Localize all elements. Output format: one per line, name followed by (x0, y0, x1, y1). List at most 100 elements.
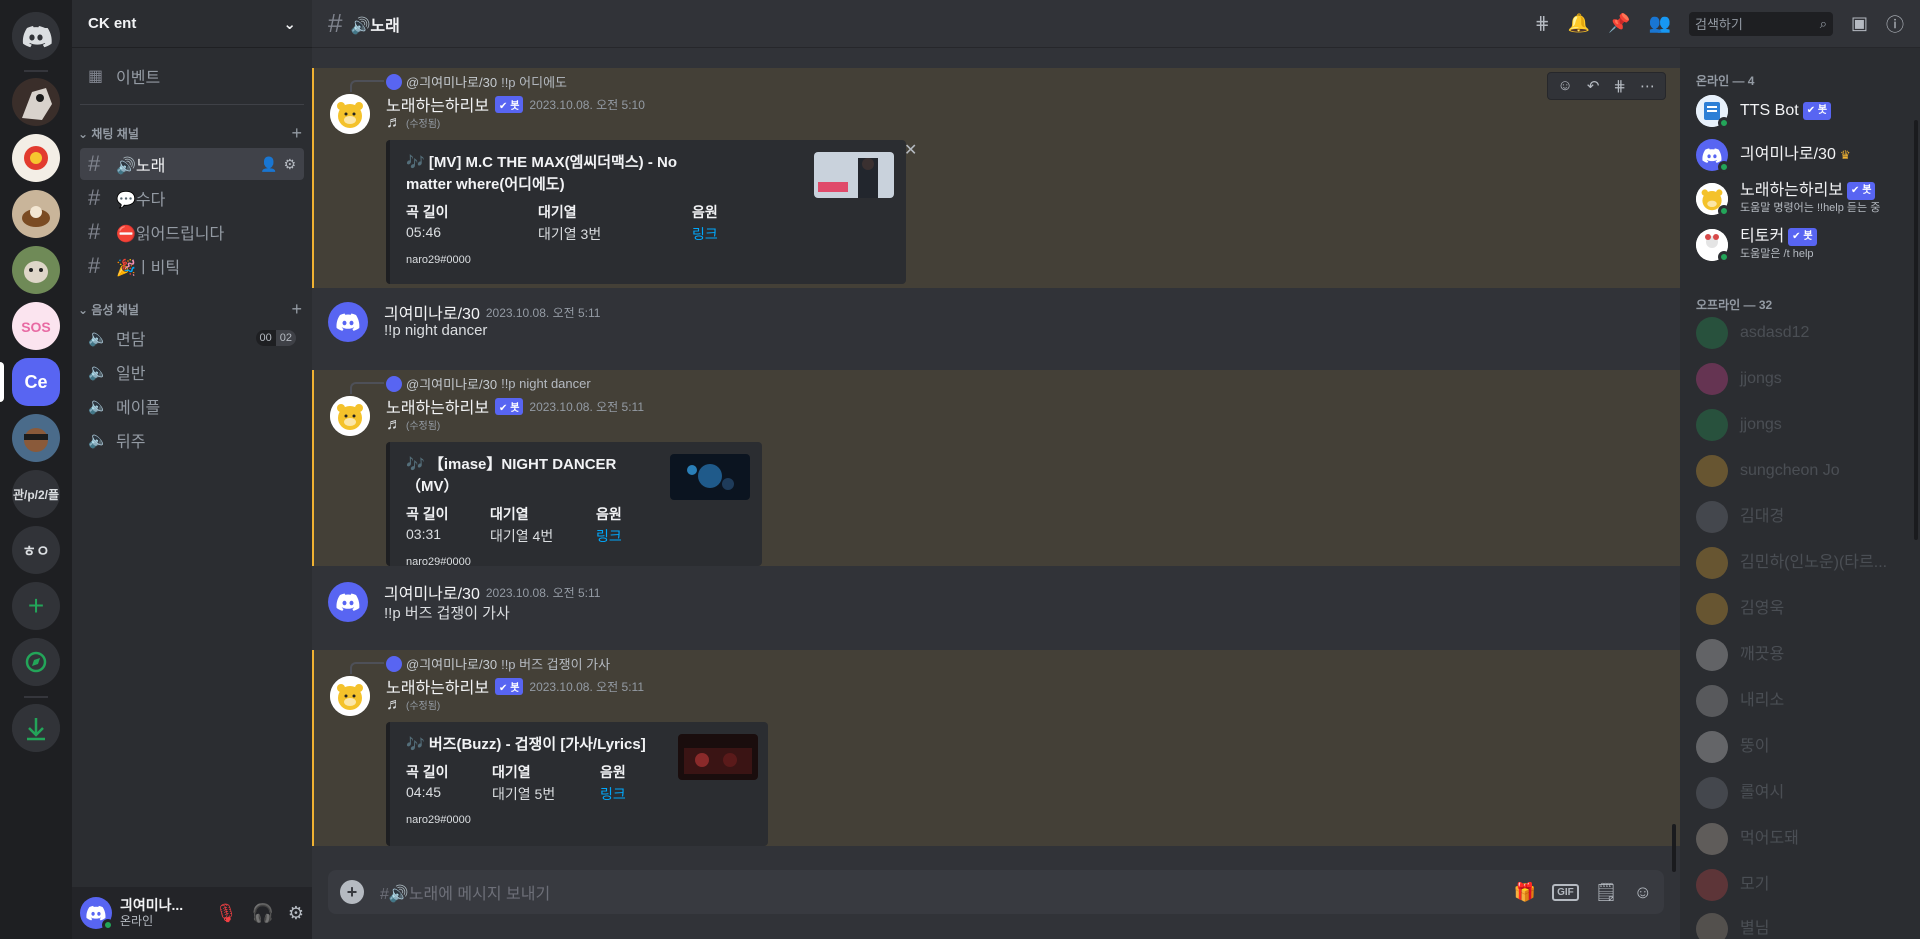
avatar[interactable] (330, 676, 370, 716)
member-item[interactable]: 김대경 (1696, 496, 1916, 538)
message-scrollbar[interactable] (1672, 824, 1676, 872)
server-icon-selected[interactable]: Ce (12, 358, 60, 406)
home-button[interactable] (12, 12, 60, 60)
voice-channel-메이플[interactable]: 🔈 메이플 (80, 390, 304, 422)
message-item[interactable]: @긔여미나로/30 !!p night dancer 노래하는하리보 ✔ 봇 2… (312, 370, 1680, 568)
server-icon[interactable]: SOS (12, 302, 60, 350)
download-apps-icon[interactable] (12, 704, 60, 752)
reply-preview[interactable]: @긔여미나로/30 !!p 버즈 겁쟁이 가사 (386, 654, 610, 673)
member-item[interactable]: 김영욱 (1696, 588, 1916, 630)
reply-preview[interactable]: @긔여미나로/30 !!p 어디에도 (386, 72, 567, 91)
member-list-icon[interactable]: 👥 (1649, 13, 1671, 34)
member-item[interactable]: sungcheon Jo (1696, 450, 1916, 492)
avatar[interactable] (80, 897, 114, 931)
add-channel-icon[interactable]: + (291, 299, 302, 320)
message-item[interactable]: ☺ ↶ ⋕ ⋯ @긔여미나로/30 !!p 어디에도 노래하는하리보 ✔ 봇 2… (312, 68, 1680, 288)
add-server-icon[interactable]: + (12, 582, 60, 630)
voice-channel-뒤주[interactable]: 🔈 뒤주 (80, 424, 304, 456)
member-item[interactable]: 뚱이 (1696, 726, 1916, 768)
message-input-placeholder[interactable]: #🔊노래에 메시지 보내기 (380, 880, 550, 904)
server-icon[interactable]: ㅎㅇ (12, 526, 60, 574)
author-name[interactable]: 노래하는하리보 (386, 674, 489, 698)
member-item[interactable]: 롤여시 (1696, 772, 1916, 814)
member-item[interactable]: 먹어도돼 (1696, 818, 1916, 860)
server-icon[interactable] (12, 134, 60, 182)
server-icon[interactable] (12, 246, 60, 294)
avatar[interactable] (328, 582, 368, 622)
video-thumbnail[interactable] (814, 152, 894, 198)
mic-muted-icon[interactable]: 🎙 (215, 903, 238, 924)
threads-icon[interactable]: ⋕ (1535, 13, 1550, 34)
voice-channel-일반[interactable]: 🔈 일반 (80, 356, 304, 388)
member-item[interactable]: 티토커 ✔ 봇 도움말은 /t help (1696, 224, 1916, 266)
explore-servers-icon[interactable] (12, 638, 60, 686)
message-composer[interactable]: + #🔊노래에 메시지 보내기 🎁 GIF 🗒 ☺ (328, 870, 1664, 914)
compass-icon (12, 638, 60, 686)
video-thumbnail[interactable] (678, 734, 758, 780)
member-item[interactable]: 내리소 (1696, 680, 1916, 722)
add-channel-icon[interactable]: + (291, 123, 302, 144)
channel-item-비틱[interactable]: # 🎉ㅣ비틱 (80, 250, 304, 282)
create-thread-icon[interactable]: ⋕ (1613, 77, 1626, 95)
server-icon[interactable] (12, 190, 60, 238)
video-thumbnail[interactable] (670, 454, 750, 500)
member-list-scrollbar[interactable] (1914, 120, 1918, 540)
close-icon[interactable]: ✕ (904, 140, 917, 160)
author-name[interactable]: 긔여미나로/30 (384, 580, 480, 604)
member-item[interactable]: 김민하(인노운)(타르... (1696, 542, 1916, 584)
member-item[interactable]: TTS Bot ✔ 봇 (1696, 90, 1916, 132)
member-item[interactable]: 긔여미나로/30 ♛ (1696, 134, 1916, 176)
author-name[interactable]: 노래하는하리보 (386, 394, 489, 418)
sticker-icon[interactable]: 🗒 (1595, 882, 1618, 903)
source-link[interactable]: 링크 (692, 224, 718, 244)
server-icon[interactable]: 관/p/2/플 (12, 470, 60, 518)
member-item[interactable]: 노래하는하리보 ✔ 봇 도움말 명령어는 !!help 듣는 중 (1696, 178, 1916, 220)
message-item[interactable]: 긔여미나로/30 2023.10.08. 오전 5:11 !!p 버즈 겁쟁이 … (312, 572, 1680, 632)
voice-channel-면담[interactable]: 🔈 면담 00 02 (80, 322, 304, 354)
field-name: 음원 (596, 506, 622, 522)
author-name[interactable]: 긔여미나로/30 (384, 300, 480, 324)
member-item[interactable]: jjongs (1696, 404, 1916, 446)
server-icon[interactable] (12, 78, 60, 126)
message-item[interactable]: 긔여미나로/30 2023.10.08. 오전 5:11 !!p night d… (312, 292, 1680, 352)
gif-icon[interactable]: GIF (1552, 883, 1579, 901)
category-text-channels[interactable]: ⌄ 채팅 채널 + (76, 123, 308, 144)
more-icon[interactable]: ⋯ (1640, 77, 1655, 95)
source-link[interactable]: 링크 (600, 784, 626, 804)
author-name[interactable]: 노래하는하리보 (386, 92, 489, 116)
server-header[interactable]: CK ent ⌄ (72, 0, 312, 48)
events-item[interactable]: ▦ 이벤트 (80, 60, 304, 92)
add-reaction-icon[interactable]: ☺ (1558, 77, 1573, 95)
member-item[interactable]: asdasd12 (1696, 312, 1916, 354)
gift-icon[interactable]: 🎁 (1514, 882, 1536, 903)
headphones-icon[interactable]: 🎧 (251, 903, 273, 924)
channel-item-노래[interactable]: # 🔊노래 👤 ⚙ (80, 148, 304, 180)
field-name: 대기열 (490, 506, 529, 522)
server-icon[interactable] (12, 414, 60, 462)
channel-item-읽어드립니다[interactable]: # ⛔읽어드립니다 (80, 216, 304, 248)
member-item[interactable]: jjongs (1696, 358, 1916, 400)
avatar[interactable] (330, 94, 370, 134)
member-item[interactable]: 깨끗용 (1696, 634, 1916, 676)
reply-icon[interactable]: ↶ (1587, 77, 1600, 95)
gear-icon[interactable]: ⚙ (283, 156, 296, 173)
pin-icon[interactable]: 📌 (1608, 13, 1630, 34)
category-voice-channels[interactable]: ⌄ 음성 채널 + (76, 299, 308, 320)
invite-icon[interactable]: 👤 (260, 156, 277, 173)
source-link[interactable]: 링크 (596, 526, 622, 546)
member-item[interactable]: 별님 (1696, 908, 1916, 939)
avatar[interactable] (328, 302, 368, 342)
emoji-icon[interactable]: ☺ (1634, 882, 1652, 903)
message-item[interactable]: @긔여미나로/30 !!p 버즈 겁쟁이 가사 노래하는하리보 ✔ 봇 2023… (312, 650, 1680, 846)
reply-preview[interactable]: @긔여미나로/30 !!p night dancer (386, 374, 591, 393)
help-icon[interactable]: ⓘ (1886, 11, 1904, 37)
bell-icon[interactable]: 🔔 (1568, 13, 1590, 34)
search-input[interactable]: 검색하기 ⌕ (1688, 11, 1833, 36)
gear-icon[interactable]: ⚙ (288, 903, 304, 924)
server-avatar-icon: SOS (12, 302, 60, 350)
avatar[interactable] (330, 396, 370, 436)
channel-item-수다[interactable]: # 💬수다 (80, 182, 304, 214)
inbox-icon[interactable]: ▣ (1851, 13, 1868, 34)
attach-plus-icon[interactable]: + (340, 880, 364, 904)
member-item[interactable]: 모기 (1696, 864, 1916, 906)
